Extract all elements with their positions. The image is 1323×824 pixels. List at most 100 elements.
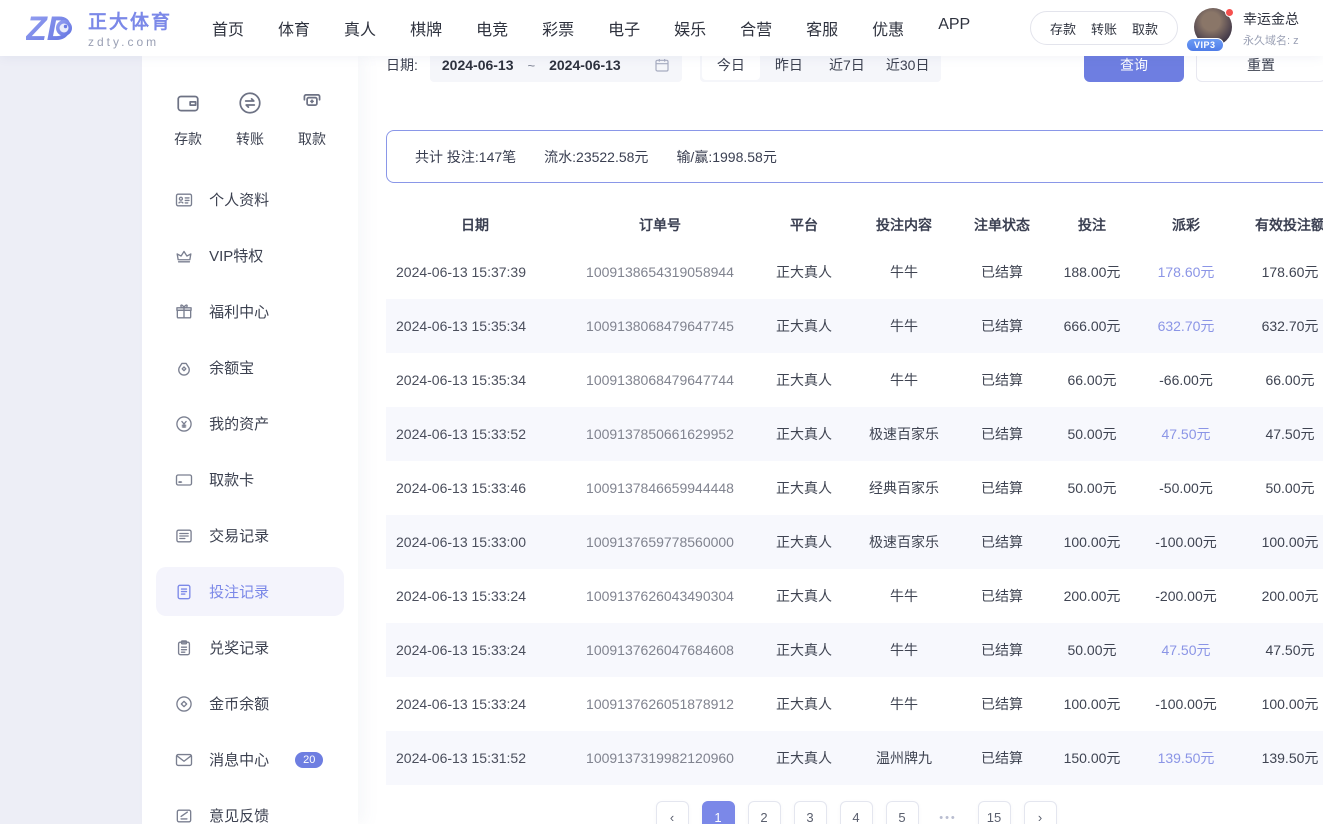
sidebar-item-VIP特权[interactable]: VIP特权	[156, 231, 344, 280]
sidebar-item-交易记录[interactable]: 交易记录	[156, 511, 344, 560]
cell-bet: 200.00元	[1048, 569, 1136, 623]
nav-item[interactable]: 合营	[740, 16, 772, 40]
sidebar-item-我的资产[interactable]: 我的资产	[156, 399, 344, 448]
cell-bet: 50.00元	[1048, 623, 1136, 677]
summary-stat: 输/赢:1998.58元	[676, 147, 776, 167]
cell-content: 牛牛	[852, 677, 956, 731]
quick-action[interactable]: 取款	[298, 90, 326, 149]
nav-item[interactable]: APP	[938, 16, 970, 40]
sidebar-item-投注记录[interactable]: 投注记录	[156, 567, 344, 616]
sidebar-menu: 个人资料 VIP特权 福利中心 余额宝 我的资产	[142, 175, 358, 824]
wallet-pill-action[interactable]: 存款	[1050, 19, 1076, 38]
cell-date: 2024-06-13 15:35:34	[386, 353, 564, 407]
sidebar-item-消息中心[interactable]: 消息中心 20	[156, 735, 344, 784]
table-row[interactable]: 2024-06-13 15:35:34 1009138068479647745 …	[386, 299, 1323, 353]
page-button[interactable]: 4	[840, 801, 873, 824]
table-row[interactable]: 2024-06-13 15:31:52 1009137319982120960 …	[386, 731, 1323, 785]
nav-item[interactable]: 优惠	[872, 16, 904, 40]
prev-page-button[interactable]: ‹	[656, 801, 689, 824]
nav-item[interactable]: 电子	[608, 16, 640, 40]
date-from-value[interactable]: 2024-06-13	[442, 57, 514, 73]
pagination: ‹ 12345 ••• 15 ›	[386, 801, 1323, 824]
sidebar-item-意见反馈[interactable]: 意见反馈	[156, 791, 344, 824]
wallet-pill-action[interactable]: 取款	[1132, 19, 1158, 38]
sidebar-item-金币余额[interactable]: 金币余额	[156, 679, 344, 728]
cell-bet: 66.00元	[1048, 353, 1136, 407]
sidebar: 存款 转账 取款 个人资料 VIP特权	[142, 56, 358, 824]
calendar-icon[interactable]	[654, 57, 670, 73]
nav-item[interactable]: 彩票	[542, 16, 574, 40]
page-button[interactable]: •••	[932, 801, 965, 824]
bet-records-table: 日期订单号平台投注内容注单状态投注派彩有效投注额 2024-06-13 15:3…	[386, 205, 1323, 785]
sidebar-item-兑奖记录[interactable]: 兑奖记录	[156, 623, 344, 672]
feedback-icon	[174, 806, 194, 824]
cell-platform: 正大真人	[756, 731, 852, 785]
cell-bet: 50.00元	[1048, 407, 1136, 461]
sidebar-item-取款卡[interactable]: 取款卡	[156, 455, 344, 504]
table-row[interactable]: 2024-06-13 15:33:24 1009137626047684608 …	[386, 623, 1323, 677]
site-logo[interactable]: ZD 正大体育 zdty.com	[26, 7, 172, 49]
sidebar-item-福利中心[interactable]: 福利中心	[156, 287, 344, 336]
nav-item[interactable]: 棋牌	[410, 16, 442, 40]
transaction-record-icon	[174, 526, 194, 546]
redeem-record-icon	[174, 638, 194, 658]
cell-platform: 正大真人	[756, 407, 852, 461]
nav-item[interactable]: 电竞	[476, 16, 508, 40]
wallet-quick-pill: 存款转账取款	[1030, 11, 1178, 45]
sidebar-item-个人资料[interactable]: 个人资料	[156, 175, 344, 224]
cell-payout: 632.70元	[1136, 299, 1236, 353]
table-row[interactable]: 2024-06-13 15:33:00 1009137659778560000 …	[386, 515, 1323, 569]
cell-date: 2024-06-13 15:33:00	[386, 515, 564, 569]
sidebar-item-余额宝[interactable]: 余额宝	[156, 343, 344, 392]
nav-item[interactable]: 客服	[806, 16, 838, 40]
cell-status: 已结算	[956, 299, 1048, 353]
next-page-button[interactable]: ›	[1024, 801, 1057, 824]
table-row[interactable]: 2024-06-13 15:37:39 1009138654319058944 …	[386, 245, 1323, 299]
page-button[interactable]: 3	[794, 801, 827, 824]
table-header: 日期订单号平台投注内容注单状态投注派彩有效投注额	[386, 205, 1323, 245]
nav-item[interactable]: 首页	[212, 16, 244, 40]
date-separator: ~	[528, 58, 536, 73]
quick-action[interactable]: 转账	[236, 90, 264, 149]
column-header: 日期	[386, 205, 564, 245]
cell-payout: 47.50元	[1136, 407, 1236, 461]
cell-order-id: 1009138068479647744	[564, 353, 756, 407]
column-header: 订单号	[564, 205, 756, 245]
cell-platform: 正大真人	[756, 623, 852, 677]
table-row[interactable]: 2024-06-13 15:33:24 1009137626043490304 …	[386, 569, 1323, 623]
page-button[interactable]: 1	[702, 801, 735, 824]
user-account[interactable]: VIP3 幸运金总 永久域名: z	[1194, 8, 1299, 48]
cell-payout: 178.60元	[1136, 245, 1236, 299]
cell-status: 已结算	[956, 623, 1048, 677]
cell-order-id: 1009137626047684608	[564, 623, 756, 677]
cell-valid-bet: 47.50元	[1236, 623, 1323, 677]
page-button[interactable]: 5	[886, 801, 919, 824]
cell-status: 已结算	[956, 515, 1048, 569]
cell-platform: 正大真人	[756, 299, 852, 353]
top-header: ZD 正大体育 zdty.com 首页 体育 真人 棋牌 电竞 彩票 电子 娱乐 合营 客服 优惠 A…	[0, 0, 1323, 56]
cell-order-id: 1009137659778560000	[564, 515, 756, 569]
quick-action[interactable]: 存款	[174, 90, 202, 149]
date-to-value[interactable]: 2024-06-13	[549, 57, 621, 73]
cell-valid-bet: 66.00元	[1236, 353, 1323, 407]
table-row[interactable]: 2024-06-13 15:35:34 1009138068479647744 …	[386, 353, 1323, 407]
cell-bet: 666.00元	[1048, 299, 1136, 353]
cell-order-id: 1009137850661629952	[564, 407, 756, 461]
table-body: 2024-06-13 15:37:39 1009138654319058944 …	[386, 245, 1323, 785]
cell-order-id: 1009138654319058944	[564, 245, 756, 299]
column-header: 投注	[1048, 205, 1136, 245]
crown-icon	[174, 246, 194, 266]
nav-item[interactable]: 体育	[278, 16, 310, 40]
nav-item[interactable]: 真人	[344, 16, 376, 40]
page-button[interactable]: 15	[978, 801, 1011, 824]
cell-status: 已结算	[956, 353, 1048, 407]
table-row[interactable]: 2024-06-13 15:33:52 1009137850661629952 …	[386, 407, 1323, 461]
cell-date: 2024-06-13 15:33:24	[386, 623, 564, 677]
column-header: 投注内容	[852, 205, 956, 245]
table-row[interactable]: 2024-06-13 15:33:46 1009137846659944448 …	[386, 461, 1323, 515]
nav-item[interactable]: 娱乐	[674, 16, 706, 40]
bank-card-icon	[174, 470, 194, 490]
wallet-pill-action[interactable]: 转账	[1091, 19, 1117, 38]
page-button[interactable]: 2	[748, 801, 781, 824]
table-row[interactable]: 2024-06-13 15:33:24 1009137626051878912 …	[386, 677, 1323, 731]
